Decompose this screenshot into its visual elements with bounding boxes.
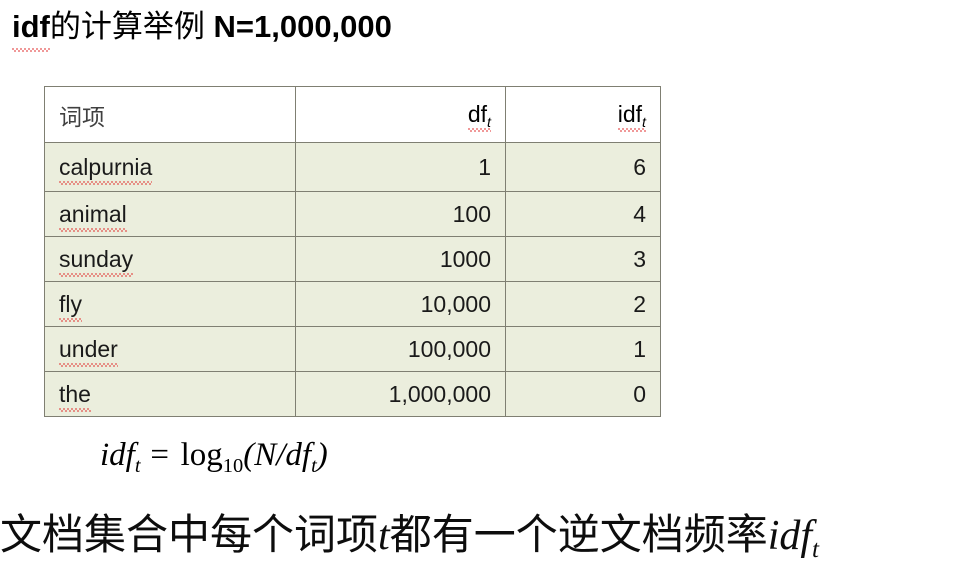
table-row: fly 10,000 2	[44, 281, 661, 327]
column-header-df: dft	[295, 86, 506, 143]
column-header-term: 词项	[44, 86, 296, 143]
cell-term: sunday	[44, 236, 296, 282]
cell-idf-value: 3	[505, 236, 661, 282]
caption-variable-idf-subscript: t	[812, 536, 820, 564]
column-header-idf: idft	[505, 86, 661, 143]
title-latin-prefix: idf	[12, 6, 50, 52]
cell-idf-value: 1	[505, 326, 661, 372]
title-corpus-size: N=1,000,000	[204, 9, 392, 44]
column-header-df-label: dft	[467, 101, 492, 132]
term-text: calpurnia	[59, 153, 153, 185]
caption-variable-idf: idf	[767, 513, 813, 559]
formula-log-base-subscript: 10	[222, 454, 244, 477]
idf-example-table: 词项 dft idft calpurnia 1 6 animal 100 4 sunday 1…	[44, 86, 661, 417]
formula-lhs-base: idf	[100, 437, 135, 473]
column-header-idf-subscript: t	[642, 114, 646, 131]
cell-df-value: 100,000	[295, 326, 506, 372]
caption-text: 文档集合中每个词项t都有一个逆文档频率idft	[0, 508, 819, 563]
formula-equals: =	[140, 437, 181, 473]
formula-close-paren: )	[316, 437, 328, 473]
cell-idf-value: 4	[505, 191, 661, 237]
formula-log-operator: log	[180, 437, 223, 473]
cell-term: calpurnia	[44, 142, 296, 192]
table-row: animal 100 4	[44, 191, 661, 237]
table-header-row: 词项 dft idft	[44, 86, 661, 143]
term-text: the	[59, 380, 91, 412]
caption-part-two: 都有一个逆文档频率	[389, 510, 768, 559]
cell-idf-value: 6	[505, 142, 661, 192]
formula-numerator: N	[254, 437, 277, 473]
table-header: 词项 dft idft	[44, 86, 661, 143]
formula-denominator: df	[285, 437, 312, 473]
cell-term: the	[44, 371, 296, 417]
cell-idf-value: 2	[505, 281, 661, 327]
table-row: sunday 1000 3	[44, 236, 661, 282]
cell-term: under	[44, 326, 296, 372]
cell-term: animal	[44, 191, 296, 237]
formula-lhs-subscript: t	[134, 454, 141, 477]
caption-variable-t: t	[378, 513, 390, 559]
formula-open-paren: (	[243, 437, 255, 473]
term-text: fly	[59, 290, 82, 322]
caption-part-one: 文档集合中每个词项	[0, 510, 379, 559]
idf-formula: idft = log10(N/dft)	[100, 437, 328, 477]
cell-df-value: 10,000	[295, 281, 506, 327]
cell-term: fly	[44, 281, 296, 327]
cell-idf-value: 0	[505, 371, 661, 417]
title-cjk-text: 的计算举例	[49, 9, 205, 45]
term-text: animal	[59, 200, 127, 232]
table-row: the 1,000,000 0	[44, 371, 661, 417]
cell-df-value: 1	[295, 142, 506, 192]
column-header-idf-label: idft	[617, 101, 647, 132]
table-body: calpurnia 1 6 animal 100 4 sunday 1000 3 fly 10,00…	[44, 142, 661, 417]
cell-df-value: 100	[295, 191, 506, 237]
column-header-idf-base: idf	[617, 101, 643, 127]
table-row: calpurnia 1 6	[44, 142, 661, 192]
term-text: sunday	[59, 245, 134, 277]
table-row: under 100,000 1	[44, 326, 661, 372]
cell-df-value: 1,000,000	[295, 371, 506, 417]
term-text: under	[59, 335, 118, 367]
formula-denominator-subscript: t	[311, 454, 317, 477]
column-header-term-label: 词项	[59, 104, 105, 131]
column-header-df-base: df	[467, 101, 488, 127]
column-header-df-subscript: t	[487, 114, 491, 131]
cell-df-value: 1000	[295, 236, 506, 282]
formula-slash: /	[276, 437, 286, 473]
page-title: idf的计算举例 N=1,000,000	[12, 6, 392, 52]
